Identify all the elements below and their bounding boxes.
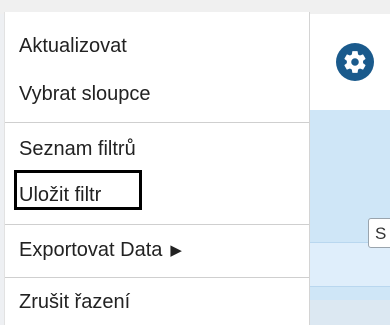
menu-item-filter-list[interactable]: Seznam filtrů — [5, 127, 311, 171]
menu-item-label: Exportovat Data — [19, 239, 163, 261]
tooltip: S — [368, 218, 390, 248]
menu-item-clear-sorting[interactable]: Zrušit řazení — [5, 280, 311, 324]
menu-item-refresh[interactable]: Aktualizovat — [5, 24, 311, 68]
menu-item-select-columns[interactable]: Vybrat sloupce — [5, 72, 311, 116]
menu-item-label: Aktualizovat — [19, 35, 127, 57]
menu-item-label: Zrušit řazení — [19, 291, 131, 313]
content-footer — [310, 300, 390, 325]
menu-divider — [5, 224, 309, 225]
menu-item-label: Vybrat sloupce — [19, 83, 151, 105]
save-filter-highlight — [14, 170, 142, 210]
submenu-arrow-icon: ▶ — [170, 242, 182, 259]
context-menu: Aktualizovat Vybrat sloupce Seznam filtr… — [4, 12, 310, 325]
gear-icon — [344, 51, 366, 73]
menu-divider — [5, 122, 309, 123]
screen: S Aktualizovat Vybrat sloupce Seznam fil… — [0, 0, 390, 325]
menu-item-export-data[interactable]: Exportovat Data ▶ — [5, 228, 311, 272]
settings-button[interactable] — [336, 43, 374, 81]
menu-divider — [5, 277, 309, 278]
menu-item-label: Seznam filtrů — [19, 138, 136, 160]
